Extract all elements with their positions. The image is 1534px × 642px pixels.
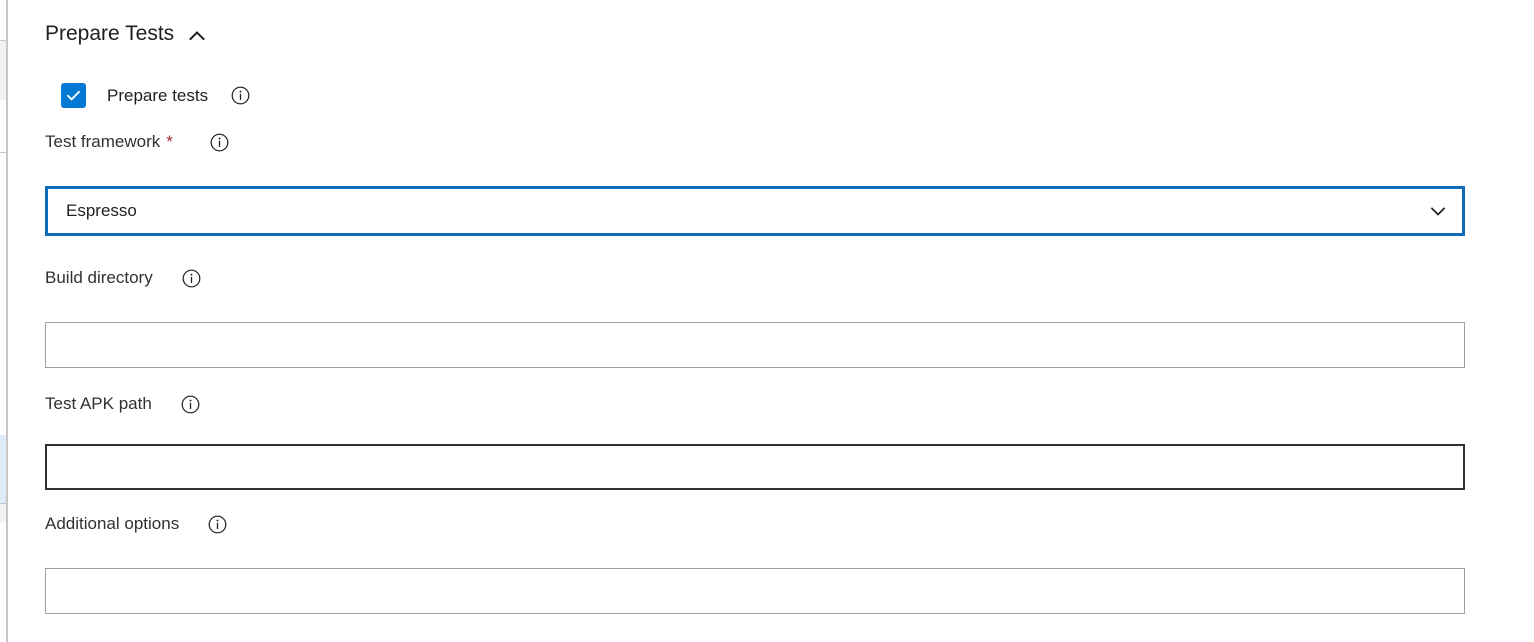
field-label-test-apk-path: Test APK path [45,394,152,413]
info-icon-additional-options[interactable] [208,515,227,534]
label-row-additional-options: Additional options [45,512,227,536]
required-indicator-test-framework: * [166,132,173,151]
prepare-tests-form: Prepare Tests Prepare tests Test framewo… [8,0,1534,642]
test-framework-selected-value: Espresso [66,201,137,220]
info-icon-test-framework[interactable] [210,133,229,152]
info-icon-prepare-tests[interactable] [231,86,250,105]
chevron-down-icon[interactable] [1428,201,1448,221]
additional-options-input[interactable] [45,568,1465,614]
prepare-tests-checkbox-row[interactable]: Prepare tests [61,83,250,108]
label-row-build-directory: Build directory [45,266,201,290]
info-icon-test-apk-path[interactable] [181,395,200,414]
build-directory-input[interactable] [45,322,1465,368]
section-header-prepare-tests[interactable]: Prepare Tests [45,20,208,48]
field-label-additional-options: Additional options [45,514,180,533]
test-apk-path-input[interactable] [45,444,1465,490]
test-framework-dropdown[interactable]: Espresso [45,186,1465,236]
field-label-build-directory: Build directory [45,268,153,287]
left-panel-edge [0,0,8,642]
prepare-tests-checkbox[interactable] [61,83,86,108]
prepare-tests-checkbox-label[interactable]: Prepare tests [107,84,208,108]
label-row-test-framework: Test framework * [45,130,229,154]
page-title: Prepare Tests [45,22,175,45]
checkmark-icon [67,90,80,101]
field-label-test-framework: Test framework [45,132,161,151]
label-row-test-apk-path: Test APK path [45,392,200,416]
info-icon-build-directory[interactable] [182,269,201,288]
chevron-up-icon[interactable] [186,25,208,47]
